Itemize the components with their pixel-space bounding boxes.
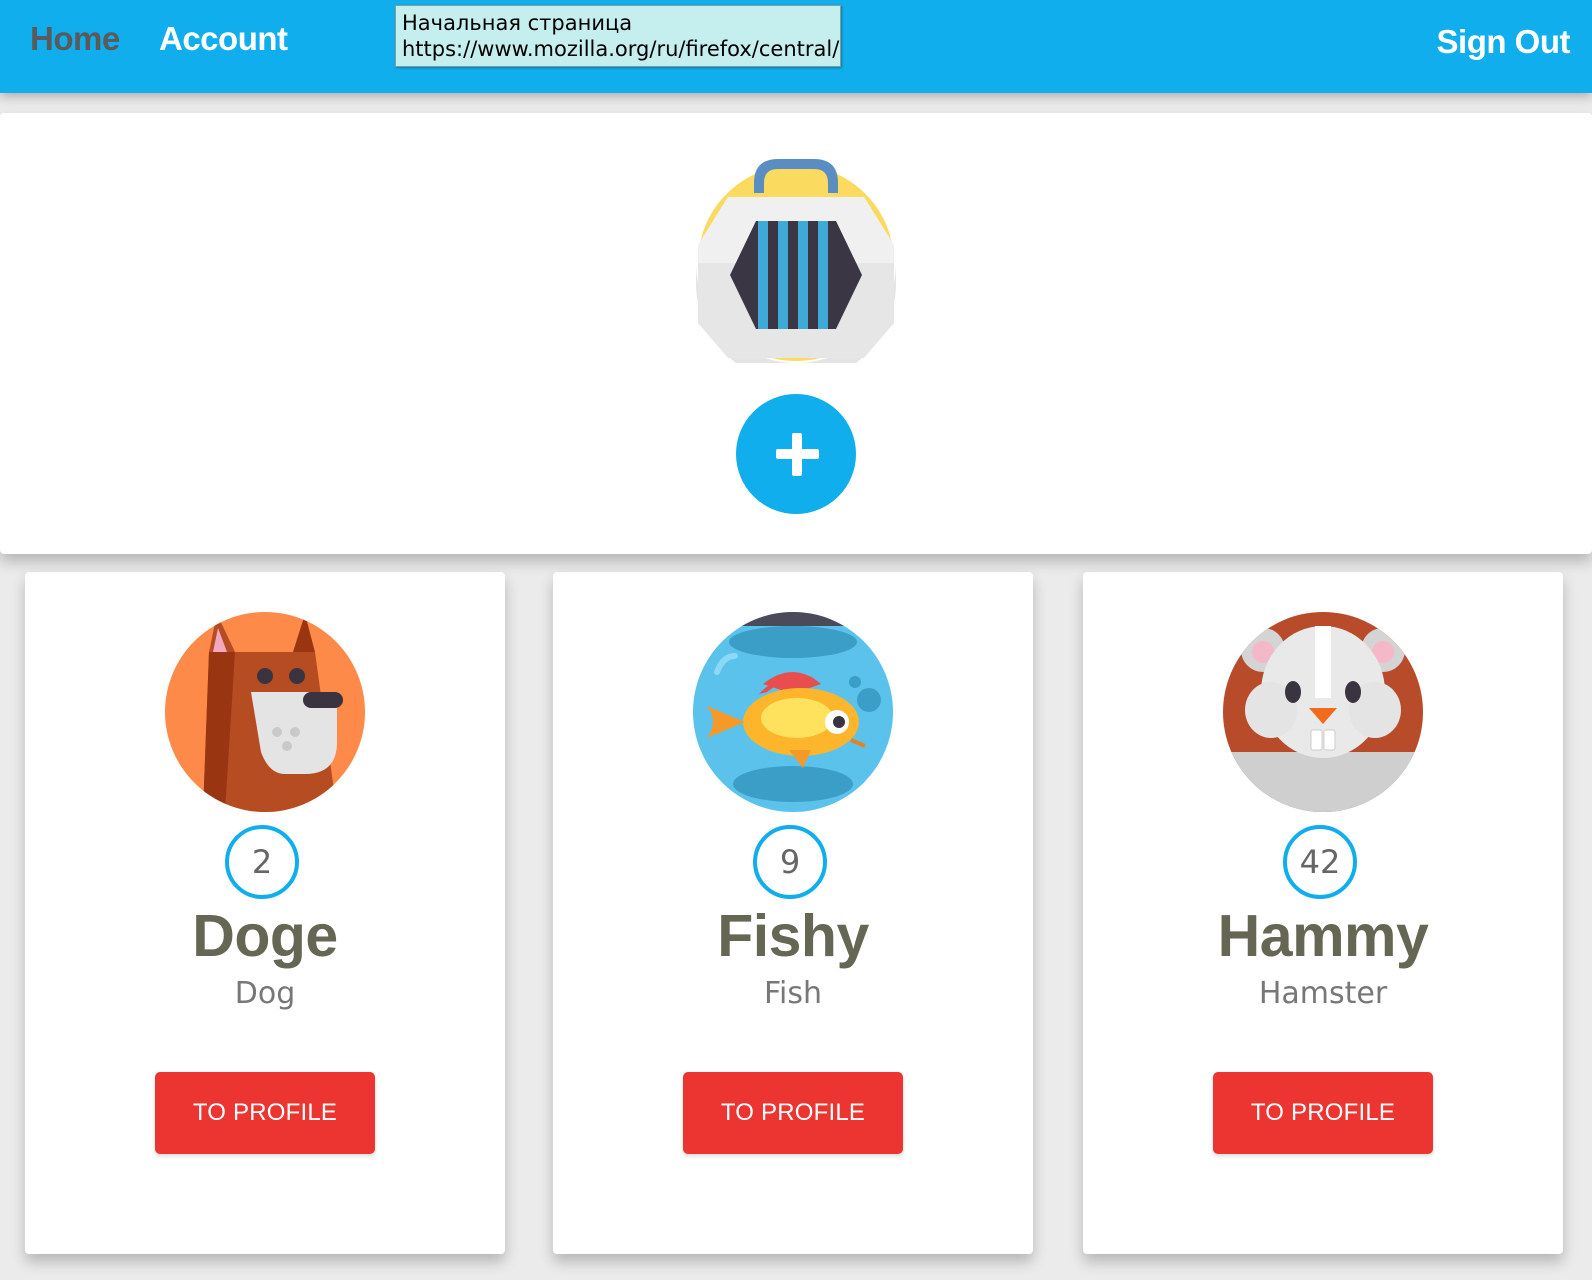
link-tooltip: Начальная страница https://www.mozilla.o… [395,5,841,67]
fish-icon [693,612,893,812]
tooltip-url: https://www.mozilla.org/ru/firefox/centr… [402,37,840,61]
to-profile-button[interactable]: TO PROFILE [155,1072,375,1154]
to-profile-button[interactable]: TO PROFILE [683,1072,903,1154]
hamster-icon [1223,612,1423,812]
pet-species: Fish [763,976,823,1011]
pet-name: Doge [192,903,338,969]
age-badge: 42 [1283,825,1357,899]
pet-species: Dog [234,976,296,1011]
pet-carrier-icon [696,159,896,363]
pet-card: 2 Doge Dog TO PROFILE [25,572,505,1254]
nav-home-link[interactable]: Home [30,20,120,58]
nav-signout-link[interactable]: Sign Out [1437,23,1571,61]
pet-species: Hamster [1258,976,1388,1011]
to-profile-button[interactable]: TO PROFILE [1213,1072,1433,1154]
dog-icon [165,612,365,812]
age-badge: 2 [225,825,299,899]
pet-card: 9 Fishy Fish TO PROFILE [553,572,1033,1254]
pet-name: Hammy [1217,903,1429,969]
tooltip-title: Начальная страница [402,11,633,35]
pet-name: Fishy [717,903,869,969]
nav-account-link[interactable]: Account [159,20,288,58]
add-pet-button[interactable] [736,394,856,514]
age-badge: 9 [753,825,827,899]
pet-card: 42 Hammy Hamster TO PROFILE [1083,572,1563,1254]
hero-panel [0,113,1592,554]
